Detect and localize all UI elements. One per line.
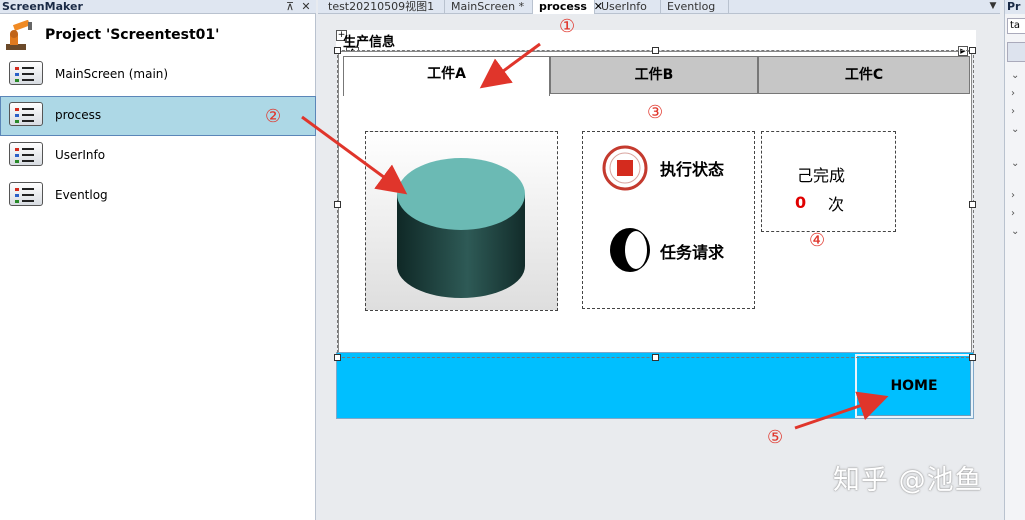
chevron-right-icon[interactable]: › xyxy=(1011,88,1015,99)
chevron-right-icon[interactable]: › xyxy=(1011,106,1015,117)
property-dropdown[interactable]: ta xyxy=(1007,18,1025,34)
chevron-down-icon[interactable]: ⌄ xyxy=(1011,124,1019,135)
annotation-5: ⑤ xyxy=(767,427,784,448)
chevron-down-icon[interactable]: ⌄ xyxy=(1011,226,1019,237)
annotation-arrow xyxy=(479,42,541,89)
chevron-right-icon[interactable]: › xyxy=(1011,190,1015,201)
annotation-1: ① xyxy=(559,16,576,37)
annotation-4: ④ xyxy=(809,230,826,251)
annotation-arrow xyxy=(301,115,408,195)
panel-title: Pr xyxy=(1005,0,1025,14)
toolbar-icon[interactable] xyxy=(1007,42,1025,62)
watermark: 知乎 @池鱼 xyxy=(833,465,983,496)
chevron-right-icon[interactable]: › xyxy=(1011,208,1015,219)
annotation-3: ③ xyxy=(647,102,664,123)
annotation-2: ② xyxy=(265,106,282,127)
annotation-arrow xyxy=(794,391,889,430)
properties-panel: Pr ta ⌄ › › ⌄ ⌄ › › ⌄ xyxy=(1004,0,1025,520)
chevron-down-icon[interactable]: ⌄ xyxy=(1011,158,1019,169)
annotation-arrows xyxy=(301,42,889,430)
chevron-down-icon[interactable]: ⌄ xyxy=(1011,70,1019,81)
